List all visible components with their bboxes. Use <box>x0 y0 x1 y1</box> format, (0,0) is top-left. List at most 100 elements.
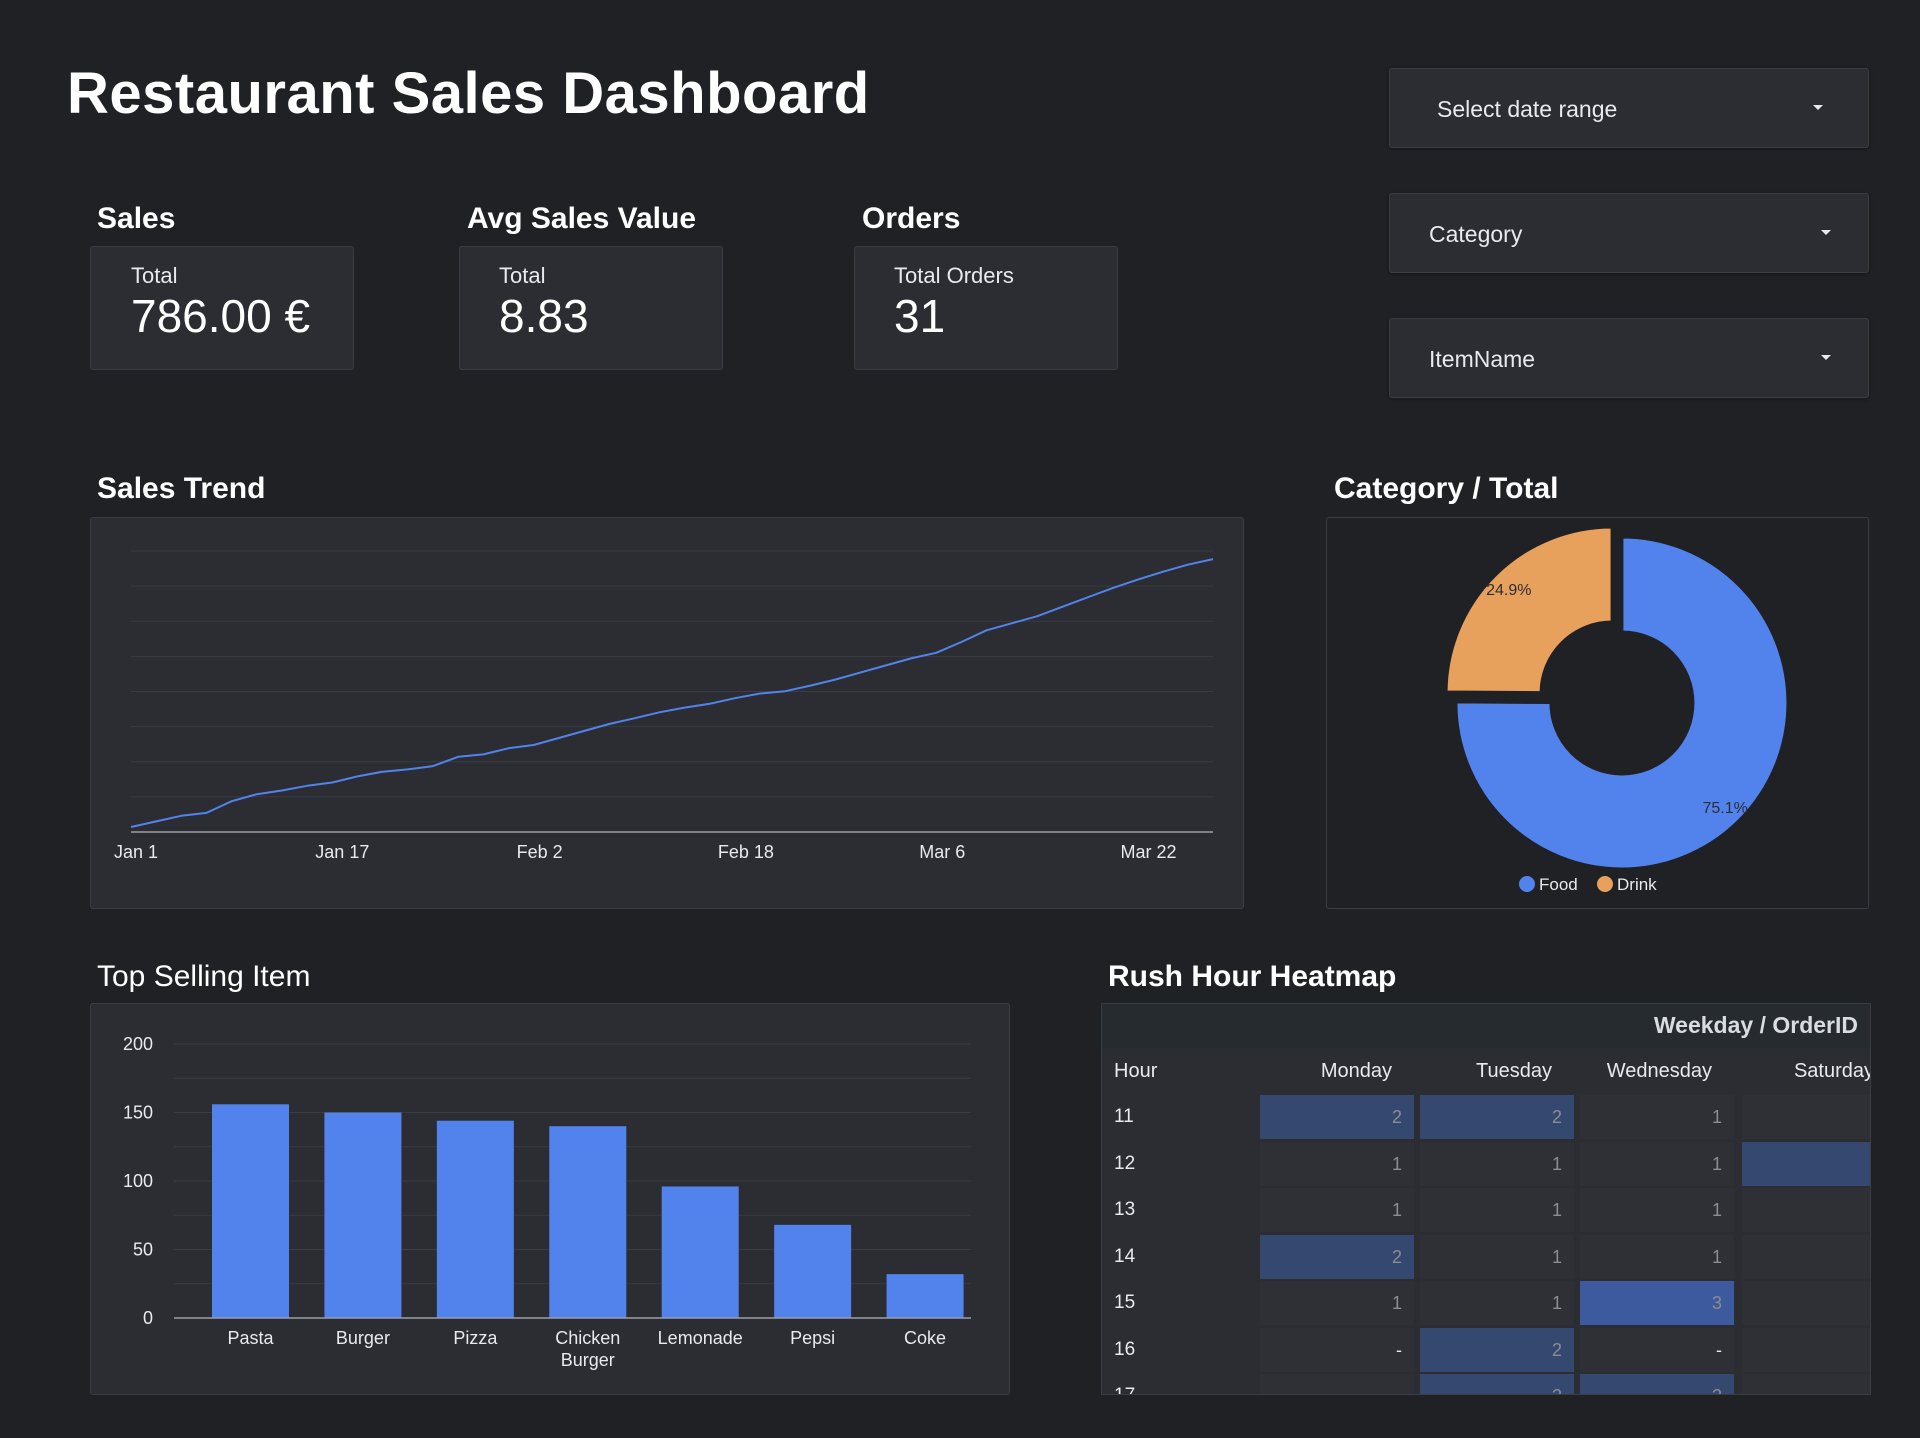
bar-coke <box>886 1274 964 1318</box>
trend-series-line <box>130 558 1214 828</box>
heatmap-cell: 2 <box>1260 1095 1414 1139</box>
orders-kpi-value: 31 <box>894 290 946 342</box>
heatmap-cell: 1 <box>1580 1141 1734 1186</box>
heatmap-cell: 2 <box>1260 1234 1414 1279</box>
heatmap-cell: 1 <box>1260 1281 1414 1325</box>
avg-kpi-title: Avg Sales Value <box>467 202 697 235</box>
heatmap-hour: 17 <box>1114 1373 1135 1394</box>
caret-down-icon <box>1813 105 1823 110</box>
heatmap-hour: 15 <box>1114 1292 1136 1313</box>
heatmap-hour: 11 <box>1114 1106 1134 1127</box>
sales-kpi-card: Total 786.00 € <box>90 246 354 370</box>
sales-trend-chart: Jan 1 Jan 17 Feb 2 Feb 18 Mar 6 Mar 22 <box>114 550 1214 862</box>
trend-x-tick-label: Jan 17 <box>315 842 369 862</box>
donut-data-label: 24.9% <box>1486 582 1531 599</box>
orders-kpi-card: Total Orders 31 <box>854 246 1118 370</box>
heatmap-row-header: Hour <box>1114 1060 1158 1082</box>
trend-x-tick-label: Feb 18 <box>718 842 774 862</box>
heatmap-header: Weekday / OrderID <box>1102 1004 1870 1048</box>
heatmap-cell: 2 <box>1742 1141 1870 1186</box>
heatmap-cell: 2 <box>1420 1095 1574 1139</box>
heatmap-cell: 1 <box>1580 1234 1734 1279</box>
heatmap-cell: 1 <box>1420 1188 1574 1232</box>
heatmap-row: 13111- <box>1102 1187 1870 1233</box>
bar-chicken-burger <box>549 1126 627 1318</box>
heatmap-cell: 1 <box>1260 1141 1414 1186</box>
heatmap-col-tuesday: Tuesday <box>1476 1060 1552 1082</box>
heatmap-row: 14211- <box>1102 1234 1870 1280</box>
bar-x-tick-label: Pasta <box>227 1328 274 1348</box>
heatmap-header-title: Weekday / OrderID <box>1653 1012 1858 1038</box>
legend-swatch-food <box>1519 876 1535 892</box>
heatmap-col-wednesday: Wednesday <box>1606 1060 1712 1082</box>
heatmap-cell: - <box>1260 1327 1414 1372</box>
heatmap-cell: 2 <box>1580 1374 1734 1394</box>
heatmap-row: 121112 <box>1102 1141 1870 1187</box>
heatmap-row: 15113- <box>1102 1280 1870 1326</box>
heatmap-cell: 1 <box>1260 1188 1414 1232</box>
date-range-label: Select date range <box>1437 96 1618 122</box>
heatmap-cell: 1 <box>1420 1234 1574 1279</box>
heatmap-row: 16-2-1 <box>1102 1327 1870 1373</box>
orders-kpi-label: Total Orders <box>894 263 1014 288</box>
heatmap-cell: - <box>1260 1374 1414 1394</box>
avg-kpi-card: Total 8.83 <box>459 246 723 370</box>
top-selling-card: 0 50 100 150 200 Pasta Burger Pizza Chicken Burge… <box>90 1003 1010 1395</box>
heatmap-cell: 1 <box>1580 1095 1734 1139</box>
heatmap-hour: 16 <box>1114 1338 1136 1360</box>
bar-burger <box>324 1112 402 1318</box>
heatmap-hour: 12 <box>1114 1152 1136 1174</box>
rush-hour-heatmap: Weekday / OrderID Hour Monday Tuesday We… <box>1101 1003 1871 1395</box>
heatmap-cell: 1 <box>1742 1327 1870 1372</box>
heatmap-column-headers: Hour Monday Tuesday Wednesday Saturday <box>1102 1048 1870 1094</box>
bar-x-tick-label: Lemonade <box>658 1328 743 1348</box>
heatmap-cell: 1 <box>1420 1281 1574 1325</box>
sales-kpi-label: Total <box>131 263 178 288</box>
bar-x-tick-label: Pizza <box>453 1328 498 1348</box>
trend-x-tick-label: Mar 6 <box>919 842 965 862</box>
top-selling-title: Top Selling Item <box>97 960 311 993</box>
bar-y-tick-label: 150 <box>123 1103 153 1123</box>
heatmap-cell: 2 <box>1420 1374 1574 1394</box>
top-selling-bar-chart: 050100150200Pasta Burger Pizza ChickenBurge… <box>123 1034 971 1370</box>
heatmap-col-saturday: Saturday <box>1793 1060 1871 1082</box>
bar-y-tick-label: 200 <box>123 1034 153 1054</box>
category-donut-chart: 75.1% 24.9% Food Drink <box>1444 525 1790 894</box>
sales-trend-title: Sales Trend <box>97 472 266 505</box>
item-name-dropdown[interactable]: ItemName <box>1389 318 1869 398</box>
category-total-card: 75.1% 24.9% Food Drink <box>1326 517 1869 909</box>
caret-down-icon <box>1821 355 1831 360</box>
heatmap-hour: 14 <box>1114 1245 1136 1267</box>
heatmap-cell: - <box>1742 1188 1870 1232</box>
legend-swatch-drink <box>1597 876 1613 892</box>
heatmap-cell: 1 <box>1580 1188 1734 1232</box>
heatmap-hour: 13 <box>1114 1199 1136 1220</box>
page-title: Restaurant Sales Dashboard <box>67 61 870 126</box>
bar-x-tick-label: Burger <box>336 1328 390 1348</box>
sales-trend-card: Jan 1 Jan 17 Feb 2 Feb 18 Mar 6 Mar 22 <box>90 517 1244 909</box>
legend-label-drink: Drink <box>1617 875 1657 894</box>
bar-pepsi <box>774 1224 852 1318</box>
heatmap-cell: - <box>1742 1281 1870 1325</box>
bar-x-tick-label: Chicken <box>555 1328 620 1348</box>
category-dropdown[interactable]: Category <box>1389 193 1869 273</box>
sales-kpi-title: Sales <box>97 202 176 235</box>
orders-kpi-title: Orders <box>862 202 961 235</box>
bar-x-tick-label: Pepsi <box>790 1328 835 1348</box>
trend-x-tick-label: Feb 2 <box>517 842 563 862</box>
donut-slice-drink <box>1444 525 1614 695</box>
heatmap-cell: - <box>1742 1234 1870 1279</box>
category-label: Category <box>1429 221 1523 247</box>
heatmap-cell: 2 <box>1420 1327 1574 1372</box>
item-name-label: ItemName <box>1429 346 1536 372</box>
category-total-title: Category / Total <box>1334 472 1559 505</box>
bar-x-tick-label: Burger <box>561 1350 615 1370</box>
heatmap-row: 17-221 <box>1102 1373 1870 1394</box>
sales-kpi-value: 786.00 € <box>131 290 311 342</box>
heatmap-title: Rush Hour Heatmap <box>1108 960 1397 993</box>
bar-y-tick-label: 0 <box>143 1308 153 1328</box>
date-range-dropdown[interactable]: Select date range <box>1389 68 1869 148</box>
avg-kpi-value: 8.83 <box>499 290 589 342</box>
bar-y-tick-label: 50 <box>133 1240 153 1260</box>
donut-data-label: 75.1% <box>1703 800 1748 817</box>
